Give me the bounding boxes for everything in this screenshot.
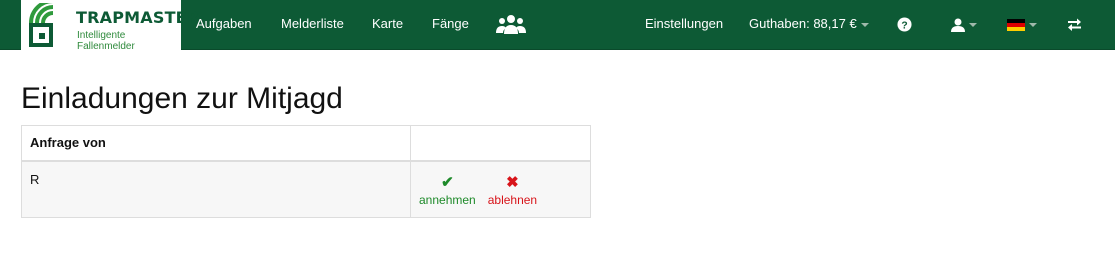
- trapmaster-logo-icon: [29, 3, 54, 47]
- column-header-actions: [410, 125, 591, 162]
- svg-text:?: ?: [901, 20, 907, 31]
- close-icon: ✖: [506, 173, 519, 191]
- check-icon: ✔: [441, 173, 454, 191]
- nav-karte[interactable]: Karte: [372, 0, 403, 50]
- user-icon: [951, 18, 965, 32]
- nav-group-button[interactable]: [496, 0, 526, 50]
- chevron-down-icon: [969, 22, 977, 27]
- invitations-table: Anfrage von R ✔ annehmen ✖ ablehnen: [21, 125, 591, 218]
- reject-button[interactable]: ✖ ablehnen: [487, 173, 538, 207]
- question-circle-icon: ?: [897, 17, 912, 32]
- column-header-requester: Anfrage von: [21, 125, 411, 162]
- page-title: Einladungen zur Mitjagd: [21, 82, 343, 115]
- exchange-icon: [1068, 18, 1081, 32]
- nav-faenge[interactable]: Fänge: [432, 0, 469, 50]
- table-row: R ✔ annehmen ✖ ablehnen: [21, 160, 591, 218]
- actions-cell: ✔ annehmen ✖ ablehnen: [410, 160, 591, 218]
- switch-button[interactable]: [1067, 0, 1082, 50]
- nav-melderliste[interactable]: Melderliste: [281, 0, 344, 50]
- brand-name: TRAPMASTER: [76, 8, 200, 27]
- top-navbar: TRAPMASTER Intelligente Fallenmelder Auf…: [0, 0, 1115, 52]
- help-button[interactable]: ?: [897, 0, 912, 50]
- nav-balance-dropdown[interactable]: Guthaben: 88,17 €: [749, 0, 869, 50]
- accept-label: annehmen: [419, 192, 476, 207]
- users-icon: [496, 14, 526, 34]
- chevron-down-icon: [1029, 22, 1037, 27]
- reject-label: ablehnen: [487, 192, 538, 207]
- user-menu-button[interactable]: [951, 0, 977, 50]
- nav-aufgaben[interactable]: Aufgaben: [196, 0, 252, 50]
- accept-button[interactable]: ✔ annehmen: [419, 173, 476, 207]
- table-header-row: Anfrage von: [21, 125, 591, 162]
- chevron-down-icon: [860, 22, 869, 27]
- balance-label: Guthaben: 88,17 €: [749, 16, 857, 31]
- language-menu-button[interactable]: [1007, 0, 1037, 50]
- brand-tagline: Intelligente Fallenmelder: [77, 30, 135, 52]
- brand-logo[interactable]: TRAPMASTER Intelligente Fallenmelder: [21, 0, 199, 52]
- flag-de-icon: [1007, 18, 1025, 31]
- nav-einstellungen[interactable]: Einstellungen: [645, 0, 723, 50]
- requester-cell: R: [21, 160, 411, 218]
